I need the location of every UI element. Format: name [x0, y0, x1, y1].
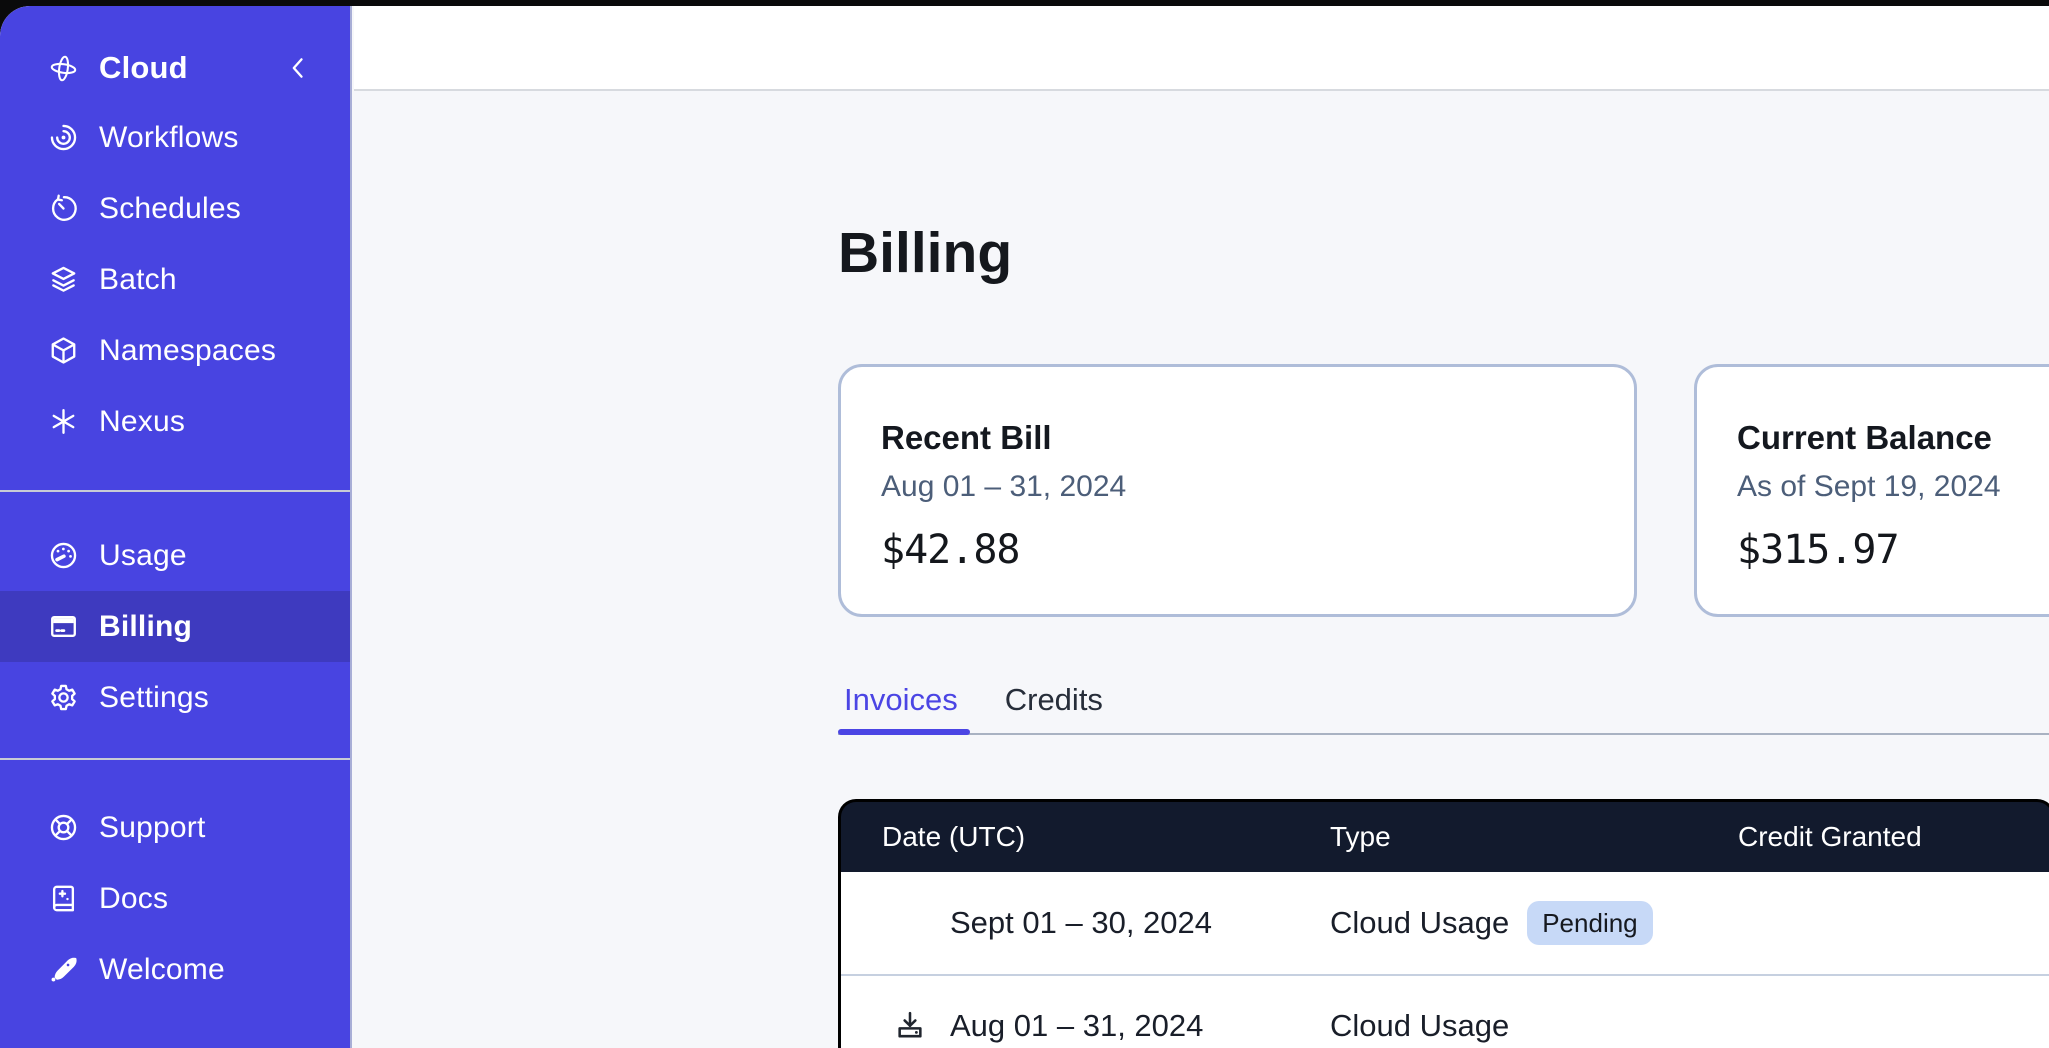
schedules-icon — [47, 192, 80, 225]
screen: Cloud Workflows — [0, 0, 2049, 1048]
settings-gear-icon — [47, 681, 80, 714]
sidebar: Cloud Workflows — [0, 6, 352, 1048]
nexus-icon — [47, 405, 80, 438]
sidebar-divider — [0, 758, 350, 760]
sidebar-item-usage[interactable]: Usage — [0, 520, 350, 591]
column-header-credit-granted: Credit Granted — [1695, 821, 2049, 853]
temporal-logo-icon — [47, 52, 80, 85]
sidebar-item-settings[interactable]: Settings — [0, 662, 350, 733]
sidebar-item-label: Settings — [99, 681, 209, 715]
top-bar — [354, 6, 2049, 91]
current-balance-card: Current Balance As of Sept 19, 2024 $315… — [1694, 364, 2049, 617]
card-title: Recent Bill — [881, 419, 1594, 457]
status-badge: Pending — [1527, 901, 1652, 945]
sidebar-item-label: Batch — [99, 263, 177, 297]
welcome-rocket-icon — [47, 953, 80, 986]
summary-cards: Recent Bill Aug 01 – 31, 2024 $42.88 Cur… — [838, 364, 2049, 617]
sidebar-item-label: Workflows — [99, 121, 239, 155]
column-header-type: Type — [1325, 821, 1695, 853]
sidebar-item-support[interactable]: Support — [0, 792, 350, 863]
sidebar-item-label: Usage — [99, 539, 187, 573]
docs-book-icon — [47, 882, 80, 915]
sidebar-item-label: Nexus — [99, 405, 185, 439]
recent-bill-card: Recent Bill Aug 01 – 31, 2024 $42.88 — [838, 364, 1637, 617]
sidebar-item-billing[interactable]: Billing — [0, 591, 350, 662]
tab-credits[interactable]: Credits — [1005, 682, 1103, 718]
active-tab-underline — [838, 729, 970, 735]
sidebar-brand-cloud[interactable]: Cloud — [0, 34, 350, 102]
batch-icon — [47, 263, 80, 296]
tab-invoices[interactable]: Invoices — [844, 682, 958, 718]
page-title: Billing — [838, 222, 1012, 284]
sidebar-item-label: Namespaces — [99, 334, 276, 368]
sidebar-item-label: Welcome — [99, 953, 225, 987]
namespaces-icon — [47, 334, 80, 367]
usage-gauge-icon — [47, 539, 80, 572]
sidebar-item-label: Schedules — [99, 192, 241, 226]
sidebar-item-docs[interactable]: Docs — [0, 863, 350, 934]
table-row[interactable]: Sept 01 – 30, 2024 Cloud Usage Pending — [841, 872, 2049, 974]
app-window: Cloud Workflows — [0, 6, 2049, 1048]
support-lifebuoy-icon — [47, 811, 80, 844]
card-subtitle: Aug 01 – 31, 2024 — [881, 470, 1594, 504]
table-row[interactable]: Aug 01 – 31, 2024 Cloud Usage — [841, 974, 2049, 1048]
card-amount: $315.97 — [1737, 527, 2049, 573]
sidebar-item-label: Docs — [99, 882, 168, 916]
billing-tabs: Invoices Credits — [838, 666, 2049, 735]
table-body: Sept 01 – 30, 2024 Cloud Usage Pending — [838, 872, 2049, 1048]
sidebar-brand-label: Cloud — [99, 50, 188, 86]
column-header-date: Date (UTC) — [841, 821, 1325, 853]
invoices-table: Date (UTC) Type Credit Granted Sept 01 –… — [838, 799, 2049, 1048]
billing-card-icon — [47, 610, 80, 643]
main-content: Billing Recent Bill Aug 01 – 31, 2024 $4… — [354, 93, 2049, 1048]
card-subtitle: As of Sept 19, 2024 — [1737, 470, 2049, 504]
download-invoice-icon[interactable] — [893, 1009, 950, 1043]
workflows-icon — [47, 121, 80, 154]
sidebar-item-label: Billing — [99, 610, 192, 644]
invoice-date: Aug 01 – 31, 2024 — [950, 1008, 1203, 1044]
chevron-left-icon[interactable] — [284, 54, 312, 82]
card-title: Current Balance — [1737, 419, 2049, 457]
card-amount: $42.88 — [881, 527, 1594, 573]
sidebar-item-workflows[interactable]: Workflows — [0, 102, 350, 173]
table-header-row: Date (UTC) Type Credit Granted — [838, 799, 2049, 872]
sidebar-item-welcome[interactable]: Welcome — [0, 934, 350, 1005]
sidebar-divider — [0, 490, 350, 492]
sidebar-item-batch[interactable]: Batch — [0, 244, 350, 315]
sidebar-item-schedules[interactable]: Schedules — [0, 173, 350, 244]
sidebar-item-label: Support — [99, 811, 205, 845]
sidebar-item-nexus[interactable]: Nexus — [0, 386, 350, 457]
invoice-date: Sept 01 – 30, 2024 — [950, 905, 1212, 941]
invoice-type: Cloud Usage — [1330, 1008, 1509, 1044]
sidebar-item-namespaces[interactable]: Namespaces — [0, 315, 350, 386]
invoice-type: Cloud Usage — [1330, 905, 1509, 941]
